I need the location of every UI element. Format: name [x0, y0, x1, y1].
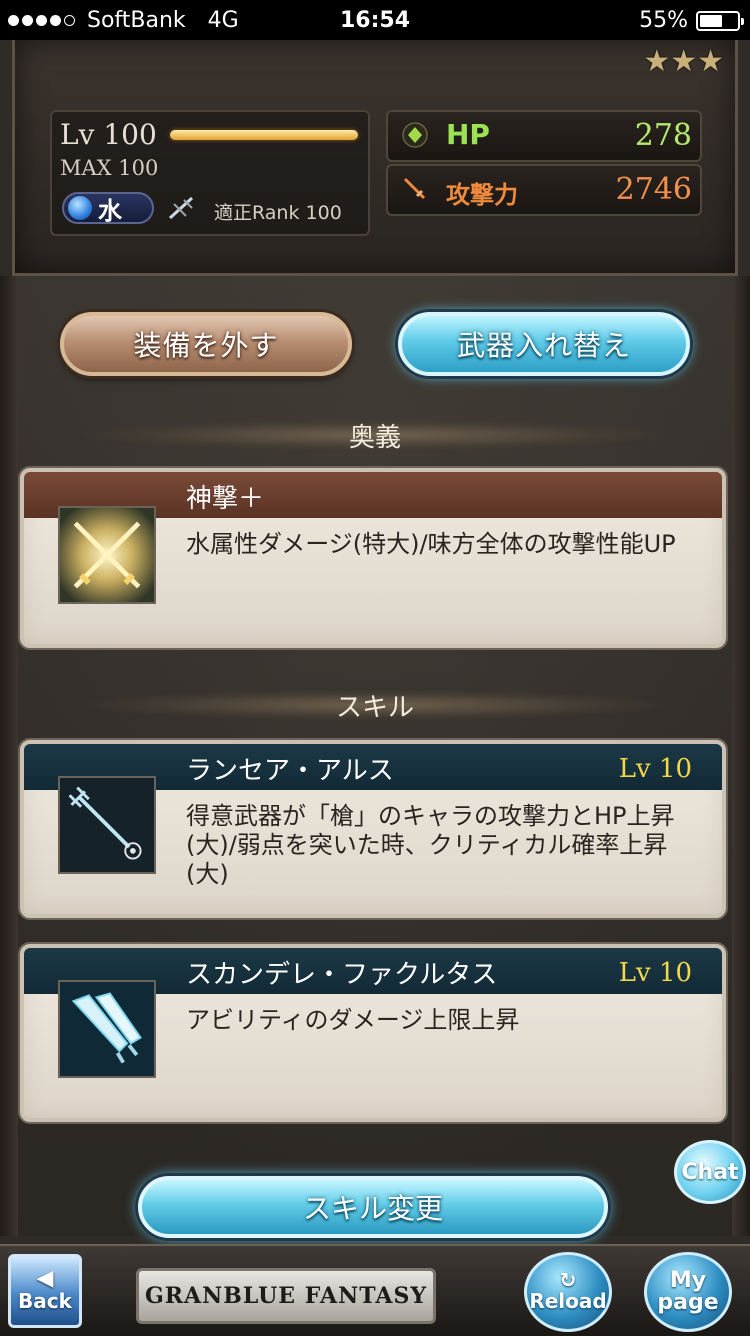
attack-label: 攻撃力	[446, 181, 518, 209]
skill-section-header: スキル	[80, 690, 670, 723]
battery-icon	[696, 10, 744, 31]
skill-level: Lv 10	[618, 754, 692, 784]
max-level-label: MAX 100	[60, 156, 159, 180]
rarity-stars-icon: ★★★	[643, 44, 724, 79]
back-label: Back	[18, 1289, 72, 1313]
back-arrow-icon: ◀	[36, 1266, 54, 1291]
back-button[interactable]: ◀ Back	[8, 1254, 82, 1328]
swap-weapon-button[interactable]: 武器入れ替え	[398, 312, 690, 376]
level-label: Lv 100	[60, 118, 157, 151]
attack-stat: 攻撃力 2746	[386, 164, 702, 216]
skill-change-button[interactable]: スキル変更	[138, 1176, 608, 1238]
skill-description: アビリティのダメージ上限上昇	[186, 1006, 520, 1034]
skill-description: 得意武器が「槍」のキャラの攻撃力とHP上昇(大)/弱点を突いた時、クリティカル確…	[186, 802, 675, 888]
unequip-button[interactable]: 装備を外す	[60, 312, 352, 376]
mypage-label-line2: page	[657, 1290, 719, 1315]
rank-label: 適正Rank 100	[214, 202, 342, 224]
logo-text: GRANBLUE FANTASY	[144, 1283, 428, 1309]
skill-level: Lv 10	[618, 958, 692, 988]
twin-blades-skill-icon	[58, 980, 156, 1078]
ougi-title: 神撃＋	[186, 484, 265, 514]
level-panel: Lv 100 MAX 100 水 適正Rank 100	[50, 110, 370, 236]
battery-percent: 55%	[639, 8, 688, 33]
mypage-button[interactable]: My page	[644, 1252, 732, 1332]
status-bar: SoftBank 4G 16:54 55%	[0, 0, 750, 40]
bottom-nav: ◀ Back GRANBLUE FANTASY ↻ Reload My page	[0, 1244, 750, 1336]
hp-label: HP	[446, 118, 490, 151]
element-label: 水	[98, 196, 122, 225]
ougi-card: 神撃＋ 水属性ダメージ(特大)/味方全体の攻撃性能UP	[20, 468, 726, 648]
reload-icon: ↻	[559, 1268, 577, 1292]
skill-title: スカンデレ・ファクルタス	[186, 960, 498, 990]
skill-title: ランセア・アルス	[186, 756, 394, 786]
right-ornament	[732, 276, 750, 1236]
clock: 16:54	[339, 8, 411, 33]
level-progress-bar	[170, 130, 358, 140]
sword-attack-icon	[403, 177, 426, 200]
ougi-section-header: 奥義	[80, 420, 670, 453]
skill-card: スカンデレ・ファクルタス Lv 10 アビリティのダメージ上限上昇	[20, 944, 726, 1122]
hp-diamond-icon	[402, 122, 428, 148]
skill-card: ランセア・アルス Lv 10 得意武器が「槍」のキャラの攻撃力とHP上昇(大)/…	[20, 740, 726, 918]
mypage-label-line1: My	[669, 1268, 707, 1293]
status-right: 55%	[639, 8, 744, 33]
reload-label: Reload	[529, 1289, 607, 1313]
element-badge: 水	[62, 192, 154, 225]
chat-button[interactable]: Chat	[674, 1140, 746, 1204]
hp-stat: HP 278	[386, 110, 702, 162]
left-ornament	[0, 276, 18, 1236]
water-element-icon	[68, 196, 92, 220]
game-logo: GRANBLUE FANTASY	[136, 1268, 436, 1324]
ougi-description: 水属性ダメージ(特大)/味方全体の攻撃性能UP	[186, 530, 676, 558]
hp-value: 278	[634, 118, 692, 153]
spear-type-icon	[168, 196, 194, 220]
reload-button[interactable]: ↻ Reload	[524, 1252, 612, 1332]
trident-skill-icon	[58, 776, 156, 874]
attack-value: 2746	[615, 172, 692, 207]
crossed-swords-icon	[58, 506, 156, 604]
